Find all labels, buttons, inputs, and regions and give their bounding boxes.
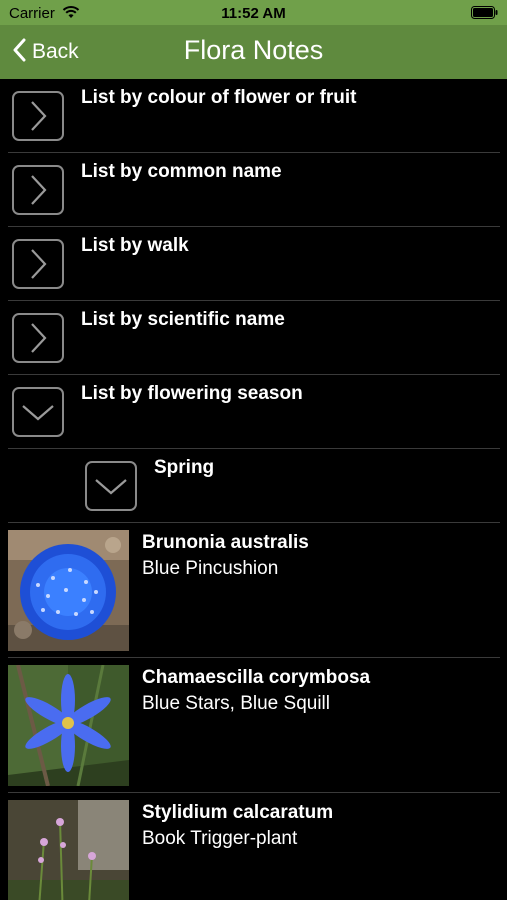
menu-item-label: List by scientific name bbox=[81, 309, 285, 330]
scientific-name: Stylidium calcaratum bbox=[142, 802, 334, 823]
blue-stars-photo bbox=[8, 665, 129, 786]
collapse-button[interactable] bbox=[12, 387, 64, 437]
trigger-plant-photo bbox=[8, 800, 129, 900]
scientific-name: Chamaescilla corymbosa bbox=[142, 667, 371, 688]
blue-pincushion-photo bbox=[8, 530, 129, 651]
expand-button[interactable] bbox=[12, 91, 64, 141]
plant-row[interactable]: Stylidium calcaratum Book Trigger-plant bbox=[8, 793, 500, 900]
menu-item-colour[interactable]: List by colour of flower or fruit bbox=[8, 79, 500, 153]
chevron-down-icon bbox=[95, 479, 127, 495]
menu-item-common-name[interactable]: List by common name bbox=[8, 153, 500, 227]
scientific-name: Brunonia australis bbox=[142, 532, 309, 553]
menu-item-flowering-season[interactable]: List by flowering season bbox=[8, 375, 500, 449]
menu-item-label: List by colour of flower or fruit bbox=[81, 87, 357, 108]
chevron-right-icon bbox=[31, 249, 47, 279]
flora-list: List by colour of flower or fruit List b… bbox=[0, 79, 507, 900]
menu-item-label: List by common name bbox=[81, 161, 282, 182]
menu-item-walk[interactable]: List by walk bbox=[8, 227, 500, 301]
chevron-right-icon bbox=[31, 101, 47, 131]
menu-item-scientific-name[interactable]: List by scientific name bbox=[8, 301, 500, 375]
collapse-button[interactable] bbox=[85, 461, 137, 511]
page-title: Flora Notes bbox=[183, 35, 324, 65]
season-item-spring[interactable]: Spring bbox=[8, 449, 500, 523]
expand-button[interactable] bbox=[12, 313, 64, 363]
status-bar: Carrier 11:52 AM bbox=[0, 0, 507, 25]
common-name: Blue Stars, Blue Squill bbox=[142, 693, 330, 714]
navigation-bar: Back Flora Notes bbox=[0, 25, 507, 79]
chevron-right-icon bbox=[31, 323, 47, 353]
expand-button[interactable] bbox=[12, 165, 64, 215]
menu-item-label: List by walk bbox=[81, 235, 189, 256]
common-name: Book Trigger-plant bbox=[142, 828, 298, 849]
plant-row[interactable]: Brunonia australis Blue Pincushion bbox=[8, 523, 500, 658]
expand-button[interactable] bbox=[12, 239, 64, 289]
chevron-down-icon bbox=[22, 405, 54, 421]
common-name: Blue Pincushion bbox=[142, 558, 279, 579]
battery-icon bbox=[471, 6, 498, 24]
chevron-right-icon bbox=[31, 175, 47, 205]
season-label: Spring bbox=[154, 457, 215, 478]
plant-row[interactable]: Chamaescilla corymbosa Blue Stars, Blue … bbox=[8, 658, 500, 793]
status-time: 11:52 AM bbox=[221, 5, 286, 22]
menu-item-label: List by flowering season bbox=[81, 383, 303, 404]
